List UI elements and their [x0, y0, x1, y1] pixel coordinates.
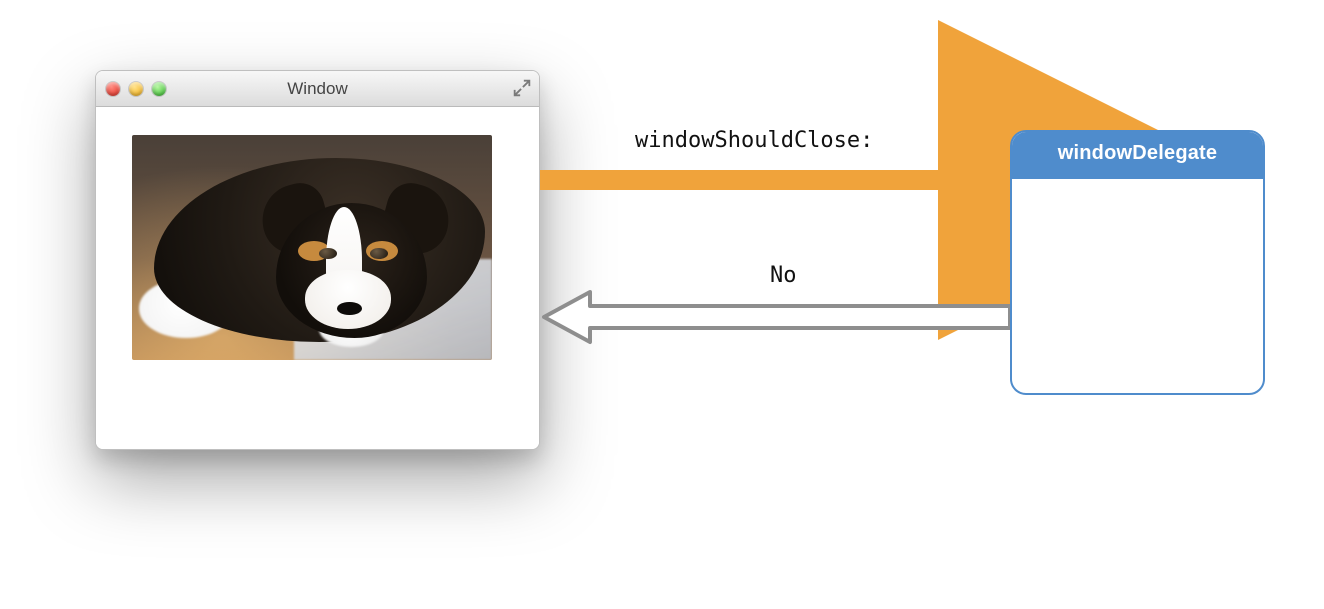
arrow-to-window-label: No	[770, 263, 797, 288]
arrow-to-delegate	[540, 155, 1010, 205]
traffic-lights	[106, 82, 166, 96]
delegate-box: windowDelegate	[1010, 130, 1265, 395]
app-window: Window	[95, 70, 540, 450]
window-image	[132, 135, 492, 360]
diagram-canvas: Window	[0, 0, 1324, 609]
close-window-icon[interactable]	[106, 82, 120, 96]
window-titlebar: Window	[96, 71, 539, 107]
zoom-window-icon[interactable]	[152, 82, 166, 96]
delegate-box-title: windowDelegate	[1012, 132, 1263, 179]
fullscreen-icon[interactable]	[511, 77, 533, 99]
arrow-to-delegate-label: windowShouldClose:	[635, 128, 873, 153]
window-content	[96, 107, 539, 449]
minimize-window-icon[interactable]	[129, 82, 143, 96]
arrow-to-window	[540, 290, 1010, 344]
